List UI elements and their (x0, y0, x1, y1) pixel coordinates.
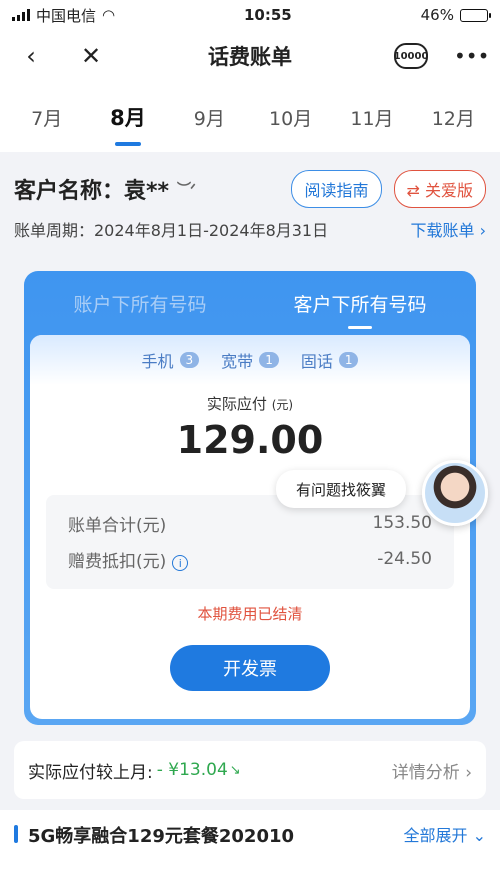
package-section: 5G畅享融合129元套餐202010 全部展开 ⌄ (0, 810, 500, 889)
issue-invoice-button[interactable]: 开发票 (170, 645, 330, 691)
tab-month[interactable]: 9月 (174, 104, 244, 131)
tab-month[interactable]: 12月 (418, 104, 488, 131)
more-icon[interactable]: ••• (454, 44, 489, 68)
assistant-tooltip[interactable]: 有问题找筱翼 (276, 470, 406, 508)
tab-account-numbers[interactable]: 账户下所有号码 (30, 290, 250, 317)
tab-month[interactable]: 11月 (337, 104, 407, 131)
amount-due-value: 129.00 (176, 418, 324, 462)
eye-closed-icon[interactable]: ︶ᐟ (177, 179, 196, 199)
tab-month[interactable]: 7月 (12, 104, 82, 131)
compare-diff: - ¥13.04 (156, 760, 228, 780)
month-tabs: 7月 8月 9月 10月 11月 12月 (0, 82, 500, 152)
nav-bar: ‹ ✕ 话费账单 10000 ••• (0, 30, 500, 82)
bill-card: 账户下所有号码 客户下所有号码 手机 3 宽带 1 固话 1 实际应付 (元) 129… (24, 271, 476, 725)
bill-period: 账单周期：2024年8月1日-2024年8月31日 (14, 221, 329, 240)
status-bar: 中国电信 ◠ 10:55 46% (0, 0, 500, 30)
bill-period-row: 账单周期：2024年8月1日-2024年8月31日 下载账单 › (0, 216, 500, 242)
tab-month-active[interactable]: 8月 (93, 102, 163, 132)
chip-broadband[interactable]: 宽带 1 (221, 348, 279, 372)
close-icon[interactable]: ✕ (76, 42, 106, 70)
reading-guide-button[interactable]: 阅读指南 (291, 170, 382, 208)
battery-icon (459, 8, 491, 22)
summary-row-total: 账单合计(元) 153.50 (68, 513, 432, 536)
signal-icon (12, 9, 30, 21)
section-marker (14, 825, 18, 843)
service-10000-icon[interactable]: 10000 (394, 43, 428, 69)
chip-landline[interactable]: 固话 1 (301, 348, 359, 372)
wifi-icon: ◠ (102, 6, 116, 24)
status-time: 10:55 (244, 6, 292, 24)
package-name: 5G畅享融合129元套餐202010 (28, 826, 295, 847)
trend-down-icon: ↘ (229, 762, 241, 778)
expand-all-link[interactable]: 全部展开 ⌄ (404, 822, 487, 846)
info-icon[interactable]: i (172, 555, 189, 571)
month-compare-row[interactable]: 实际应付较上月: - ¥13.04 ↘ 详情分析 › (14, 741, 486, 799)
amount-due-label: 实际应付 (元) (206, 395, 294, 413)
battery-percent: 46% (420, 6, 454, 24)
bill-card-body: 手机 3 宽带 1 固话 1 实际应付 (元) 129.00 账单合计(元) 153.5… (30, 335, 470, 719)
assistant-avatar[interactable] (422, 460, 488, 526)
carrier-name: 中国电信 (36, 6, 97, 25)
chip-mobile[interactable]: 手机 3 (142, 348, 200, 372)
scope-tabs: 账户下所有号码 客户下所有号码 (30, 271, 470, 335)
detail-analysis-link[interactable]: 详情分析 › (392, 758, 472, 783)
back-icon[interactable]: ‹ (16, 42, 46, 70)
bill-summary: 账单合计(元) 153.50 赠费抵扣(元) i -24.50 (46, 495, 454, 589)
summary-row-deduction: 赠费抵扣(元) i -24.50 (68, 549, 432, 572)
settled-status: 本期费用已结清 (197, 605, 303, 623)
customer-row: 客户名称：袁** ︶ᐟ 阅读指南 ⇄ 关爱版 (0, 162, 500, 216)
customer-label: 客户名称：袁** (14, 179, 170, 204)
customer-name: 客户名称：袁** ︶ᐟ (14, 173, 196, 205)
compare-label: 实际应付较上月: (28, 762, 153, 783)
tab-customer-numbers[interactable]: 客户下所有号码 (250, 290, 470, 317)
care-mode-button[interactable]: ⇄ 关爱版 (393, 170, 486, 208)
download-bill-link[interactable]: 下载账单 › (411, 217, 487, 241)
service-chips: 手机 3 宽带 1 固话 1 (30, 335, 470, 385)
tab-month[interactable]: 10月 (256, 104, 326, 131)
